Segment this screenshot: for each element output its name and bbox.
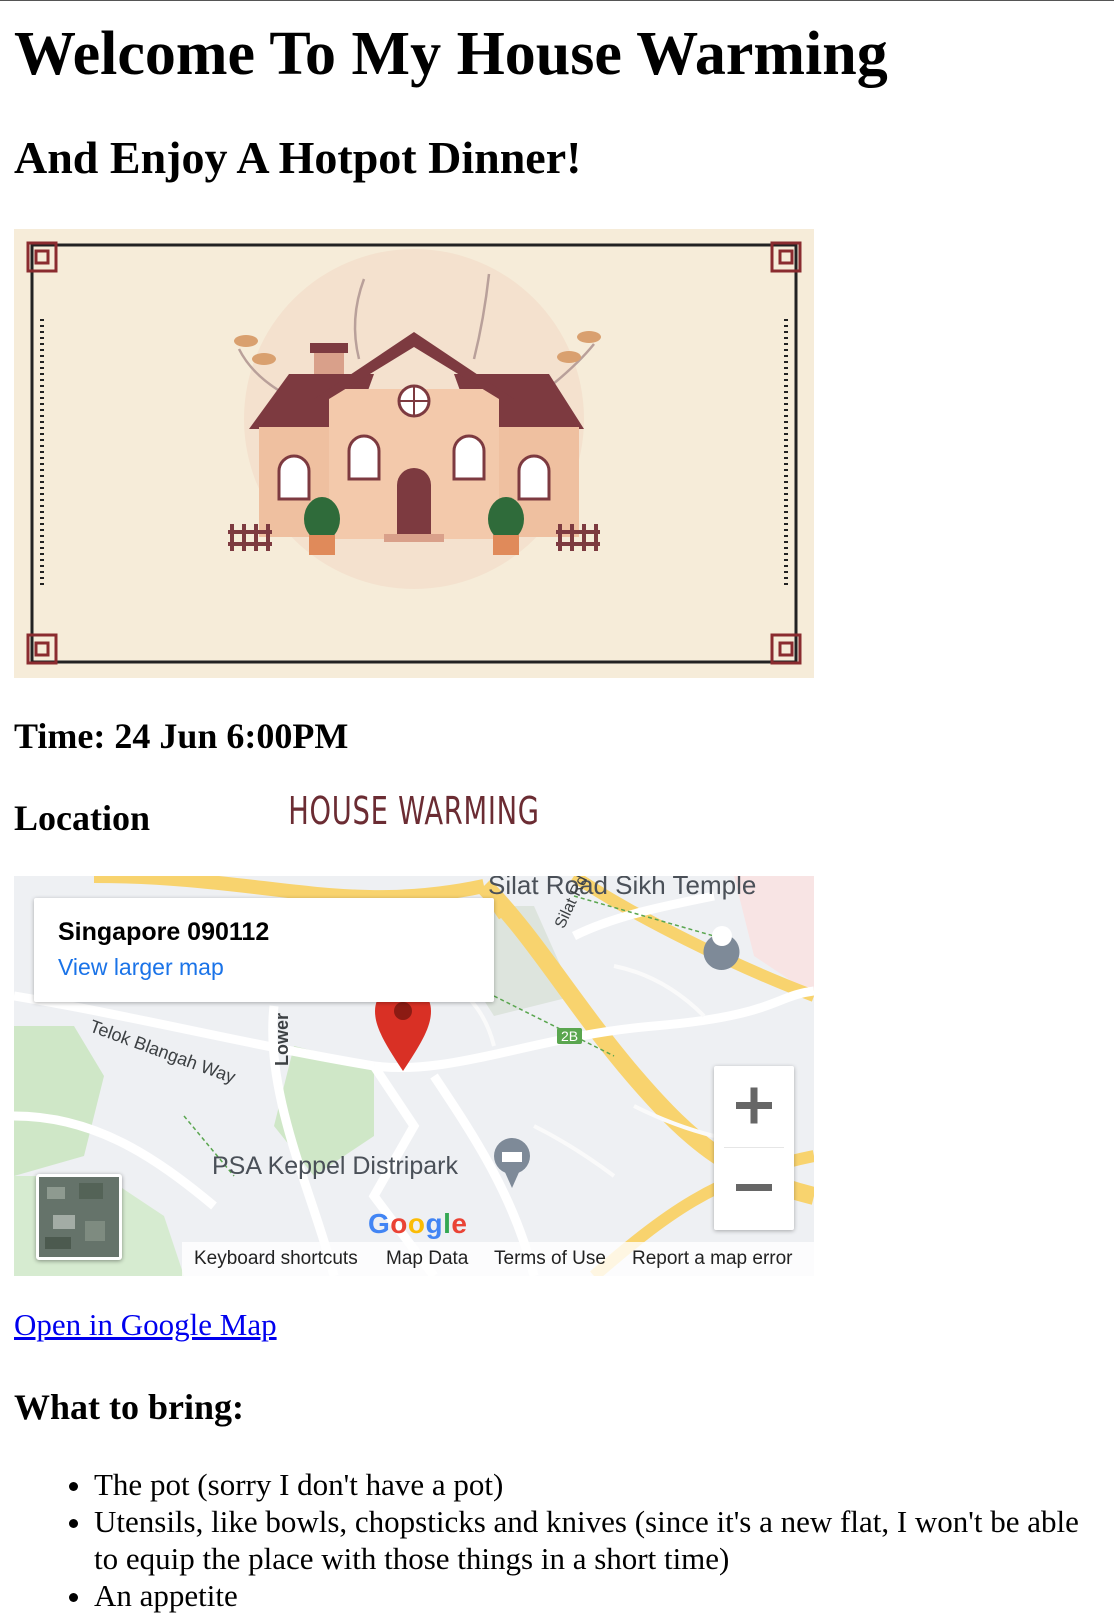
map-label-lower: Lower <box>272 1012 292 1066</box>
event-time: Time: 24 Jun 6:00PM <box>14 716 349 756</box>
map-place-name: Singapore 090112 <box>58 918 270 946</box>
zoom-in-icon <box>736 1087 772 1124</box>
google-logo-letter: G <box>368 1208 391 1239</box>
house-illustration <box>14 229 814 678</box>
satellite-thumbnail <box>39 1177 119 1257</box>
google-logo-letter: o <box>390 1208 408 1239</box>
map-footer: Keyboard shortcuts Map Data Terms of Use… <box>182 1242 814 1276</box>
report-map-error-link[interactable]: Report a map error <box>632 1248 793 1270</box>
google-logo: Google <box>368 1208 467 1240</box>
google-logo-letter: o <box>407 1208 426 1239</box>
map-badge-2b: 2B <box>557 1028 583 1044</box>
open-in-google-map-link[interactable]: Open in Google Map <box>14 1307 277 1343</box>
terms-of-use-link[interactable]: Terms of Use <box>494 1248 606 1270</box>
embedded-google-map[interactable]: Silat Road Sikh Temple Silat Rd Telok Bl… <box>14 876 814 1276</box>
view-larger-map-link[interactable]: View larger map <box>58 954 224 981</box>
zoom-out-button[interactable] <box>714 1148 794 1228</box>
banner-text: HOUSE WARMING <box>288 789 540 833</box>
what-to-bring-heading: What to bring: <box>14 1387 245 1427</box>
bring-list: The pot (sorry I don't have a pot) Utens… <box>14 1466 1104 1614</box>
map-label-temple: Silat Road Sikh Temple <box>488 876 757 900</box>
keyboard-shortcuts-link[interactable]: Keyboard shortcuts <box>194 1248 358 1270</box>
top-border <box>0 0 1114 1</box>
satellite-view-toggle[interactable] <box>36 1174 122 1260</box>
map-info-card: Singapore 090112 View larger map <box>34 898 494 1002</box>
page-subtitle: And Enjoy A Hotpot Dinner! <box>14 132 582 183</box>
house-warming-banner: HOUSE WARMING <box>14 229 814 833</box>
google-logo-letter: e <box>451 1208 468 1239</box>
zoom-out-icon <box>736 1184 772 1191</box>
map-data-link[interactable]: Map Data <box>386 1248 468 1270</box>
zoom-in-button[interactable] <box>714 1066 794 1146</box>
page-title: Welcome To My House Warming <box>14 20 888 88</box>
google-logo-letter: g <box>425 1208 444 1239</box>
zoom-control <box>714 1066 794 1230</box>
map-label-psa: PSA Keppel Distripark <box>212 1152 458 1180</box>
list-item: Utensils, like bowls, chopsticks and kni… <box>94 1503 1104 1577</box>
list-item: The pot (sorry I don't have a pot) <box>94 1466 1104 1503</box>
list-item: An appetite <box>94 1577 1104 1614</box>
location-heading: Location <box>14 798 151 838</box>
